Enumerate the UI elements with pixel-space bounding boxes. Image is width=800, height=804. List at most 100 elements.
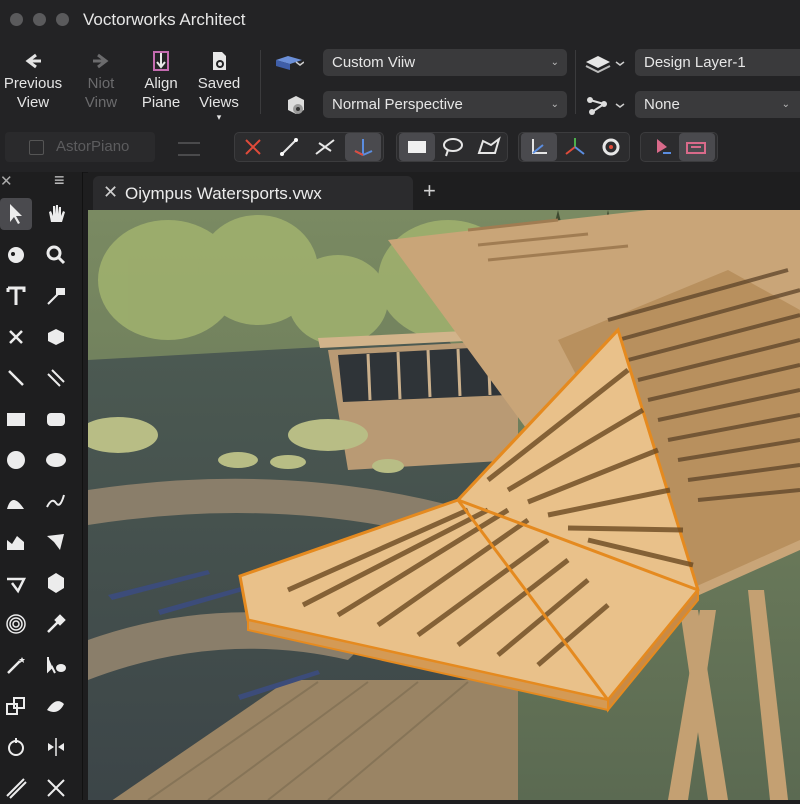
rectangle-tool-button[interactable] [0, 403, 32, 435]
offset-tool-icon [6, 778, 27, 799]
rotate-tool-button[interactable] [0, 731, 32, 763]
freehand-tool-icon [46, 494, 65, 508]
view-select[interactable]: Custom Viiw ⌄ [323, 49, 567, 76]
cursor-axis-button[interactable] [643, 133, 679, 161]
polyline-tool-button[interactable] [0, 526, 32, 558]
polygon-icon [477, 136, 501, 154]
eyedropper-tool-button[interactable] [40, 608, 72, 640]
palette-close-icon[interactable]: ✕ [0, 172, 13, 190]
minimize-window-button[interactable] [33, 13, 46, 26]
chevron-down-icon: ⌄ [550, 57, 559, 68]
cross-x-icon [245, 139, 261, 155]
rectangle-tool-icon [7, 413, 25, 426]
arc-tool-button[interactable] [0, 485, 32, 517]
dimension-tool-button[interactable] [0, 321, 32, 353]
plane-tri-button[interactable] [557, 133, 593, 161]
pan-tool-button[interactable] [40, 198, 72, 230]
class-hierarchy-icon[interactable] [584, 94, 628, 118]
offset-tool-button[interactable] [0, 772, 32, 804]
plane-axis-icon [532, 139, 547, 154]
close-tab-icon[interactable]: ✕ [103, 182, 118, 203]
align-plane-button[interactable]: Align Piane [136, 50, 186, 112]
selection-tool-button[interactable] [0, 198, 32, 230]
reshape-tool-button[interactable] [40, 690, 72, 722]
polyline-tool-icon [7, 536, 24, 550]
snap-multi-button[interactable] [307, 133, 343, 161]
projection-select[interactable]: Normal Perspective ⌄ [323, 91, 567, 118]
axis-icon [354, 139, 373, 156]
zoom-tool-icon [46, 245, 66, 265]
toolbar-divider [575, 50, 576, 114]
new-tab-button[interactable]: + [423, 178, 436, 204]
render-mode-icon[interactable] [282, 94, 312, 118]
align-plane-icon [153, 51, 169, 71]
plane-xy-button[interactable] [521, 133, 557, 161]
object-tool-button[interactable] [40, 321, 72, 353]
spiral-pattern-button[interactable] [0, 608, 32, 640]
oval-tool-button[interactable] [40, 444, 72, 476]
active-plane-toggle[interactable]: AstorPiano [5, 132, 155, 162]
document-tab[interactable]: ✕ Oiympus Watersports.vwx [93, 176, 413, 210]
lasso-mode-button[interactable] [435, 133, 471, 161]
class-select[interactable]: None ⌄ [635, 91, 800, 118]
close-window-button[interactable] [10, 13, 23, 26]
tri-axis-icon [565, 138, 585, 155]
cursor-plane-button[interactable] [679, 133, 715, 161]
mirror-tool-icon [48, 738, 64, 756]
snap-x-button[interactable] [235, 133, 271, 161]
window-title: Voctorworks Architect [83, 10, 246, 29]
view-select-value: Custom Viiw [332, 54, 416, 71]
snap-line-button[interactable] [271, 133, 307, 161]
eyedropper-tool-icon [47, 614, 66, 633]
multi-point-icon [315, 139, 335, 155]
object-tool-icon [48, 329, 64, 345]
next-view-label: Niot Vinw [84, 75, 118, 111]
circle-tool-button[interactable] [0, 444, 32, 476]
split-tool-button[interactable] [40, 772, 72, 804]
layer-select[interactable]: Design Layer-1 [635, 49, 800, 76]
polygon-mode-button[interactable] [471, 133, 507, 161]
hexagon-tool-button[interactable] [40, 567, 72, 599]
clip-tool-icon [6, 697, 25, 715]
line-tool-button[interactable] [0, 362, 32, 394]
spiral-tool-icon [7, 577, 27, 594]
layer-select-value: Design Layer-1 [644, 54, 746, 71]
visibility-tool-button[interactable] [40, 649, 72, 681]
zoom-window-button[interactable] [56, 13, 69, 26]
rounded-rectangle-tool-button[interactable] [40, 403, 72, 435]
rectangle-mode-button[interactable] [399, 133, 435, 161]
toolbar-divider [260, 50, 261, 114]
saved-views-button[interactable]: Saved Views ▾ [192, 50, 246, 122]
drawing-viewport[interactable] [88, 210, 800, 800]
freehand-tool-button[interactable] [40, 485, 72, 517]
polygon-tool-button[interactable] [40, 526, 72, 558]
double-line-tool-button[interactable] [40, 362, 72, 394]
previous-view-button[interactable]: Previous View [0, 50, 66, 112]
clip-tool-button[interactable] [0, 690, 32, 722]
flyover-tool-button[interactable] [0, 239, 32, 271]
snap-axis-button[interactable] [345, 133, 381, 161]
arrow-right-icon [93, 53, 109, 69]
magic-wand-tool-button[interactable] [0, 649, 32, 681]
selection-tool-icon [10, 204, 22, 224]
previous-view-label: Previous View [3, 75, 63, 111]
text-tool-button[interactable] [0, 280, 32, 312]
chevron-down-icon: ⌄ [781, 99, 790, 110]
next-view-button[interactable]: Niot Vinw [76, 50, 126, 112]
arc-tool-icon [7, 500, 24, 509]
spiral-pattern-icon [6, 614, 26, 634]
shape-mode-group [396, 132, 508, 162]
palette-menu-icon[interactable]: ≡ [54, 170, 65, 191]
callout-tool-button[interactable] [40, 280, 72, 312]
plane-orbit-button[interactable] [593, 133, 629, 161]
palette-header: ✕ ≡ [0, 170, 82, 194]
saved-views-label: Saved Views [197, 75, 241, 111]
mirror-tool-button[interactable] [40, 731, 72, 763]
pan-tool-icon [49, 205, 65, 222]
layer-stack-icon[interactable] [584, 52, 628, 76]
rectangle-icon [408, 141, 426, 153]
spiral-tool-button[interactable] [0, 567, 32, 599]
view-select-icon[interactable] [274, 52, 304, 76]
zoom-tool-button[interactable] [40, 239, 72, 271]
line-tool-icon [8, 370, 24, 386]
